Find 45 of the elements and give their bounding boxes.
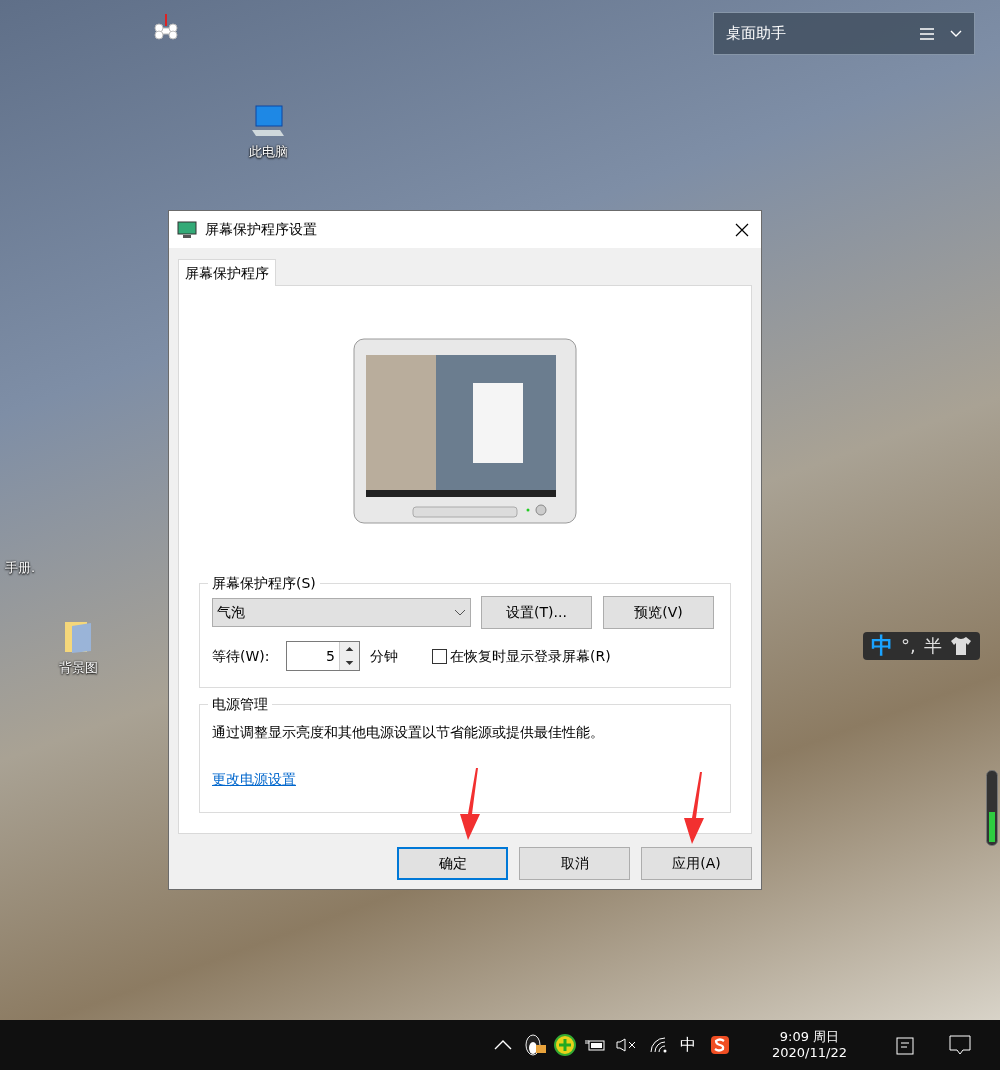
monitor-icon xyxy=(177,220,197,239)
clock-date[interactable]: 2020/11/22 xyxy=(772,1045,847,1062)
annotation-arrow xyxy=(682,772,706,844)
muted-speaker-icon[interactable] xyxy=(616,1038,638,1052)
window-title: 屏幕保护程序设置 xyxy=(205,220,318,239)
dialog-button[interactable]: 应用(A) xyxy=(641,847,752,880)
wait-label: 等待(W): xyxy=(212,646,271,666)
chevron-down-icon[interactable] xyxy=(950,29,962,38)
plus-circle-icon[interactable] xyxy=(554,1034,576,1056)
group-label: 电源管理 xyxy=(211,695,269,714)
dialog-button[interactable]: 确定 xyxy=(397,847,508,880)
close-icon[interactable] xyxy=(735,222,749,237)
settings-button[interactable]: 设置(T)... xyxy=(481,596,592,629)
group-label: 屏幕保护程序(S) xyxy=(211,574,317,593)
computer-icon xyxy=(250,104,286,138)
annotation-arrow xyxy=(458,768,482,840)
spin-up-icon[interactable] xyxy=(340,642,359,656)
chevron-up-icon[interactable] xyxy=(494,1040,512,1050)
screensaver-dropdown[interactable]: 气泡 xyxy=(212,598,471,627)
desktop-icon-label[interactable]: 此电脑 xyxy=(248,142,288,162)
power-description: 通过调整显示亮度和其他电源设置以节省能源或提供最佳性能。 xyxy=(212,723,605,742)
wifi-icon[interactable] xyxy=(650,1037,668,1053)
ime-toolbar-item[interactable]: 半 xyxy=(923,637,942,655)
sogou-icon[interactable] xyxy=(710,1035,730,1055)
widget-title: 桌面助手 xyxy=(726,23,787,45)
chevron-down-icon xyxy=(454,609,466,616)
battery-icon[interactable] xyxy=(585,1038,607,1052)
resume-checkbox[interactable] xyxy=(432,648,447,664)
spin-down-icon[interactable] xyxy=(340,656,359,670)
ime-toolbar-item[interactable]: 中 xyxy=(871,635,893,657)
notification-icon[interactable] xyxy=(948,1035,971,1055)
tab[interactable]: 屏幕保护程序 xyxy=(178,259,276,286)
checkbox-label: 在恢复时显示登录屏幕(R) xyxy=(450,646,611,666)
input-indicator[interactable]: 中 xyxy=(680,1033,696,1057)
ime-toolbar-item[interactable]: °, xyxy=(901,637,916,655)
wait-spinbox[interactable]: 5 xyxy=(286,641,360,671)
folder-icon xyxy=(64,620,92,654)
shirt-icon[interactable] xyxy=(949,636,972,656)
notes-icon[interactable] xyxy=(894,1035,915,1055)
menu-icon[interactable] xyxy=(920,27,934,40)
unit-label: 分钟 xyxy=(370,646,399,666)
clock-time[interactable]: 9:09 周日 xyxy=(779,1028,840,1045)
dialog-button[interactable]: 取消 xyxy=(519,847,630,880)
preview-button[interactable]: 预览(V) xyxy=(603,596,714,629)
power-settings-link[interactable]: 更改电源设置 xyxy=(212,769,296,790)
